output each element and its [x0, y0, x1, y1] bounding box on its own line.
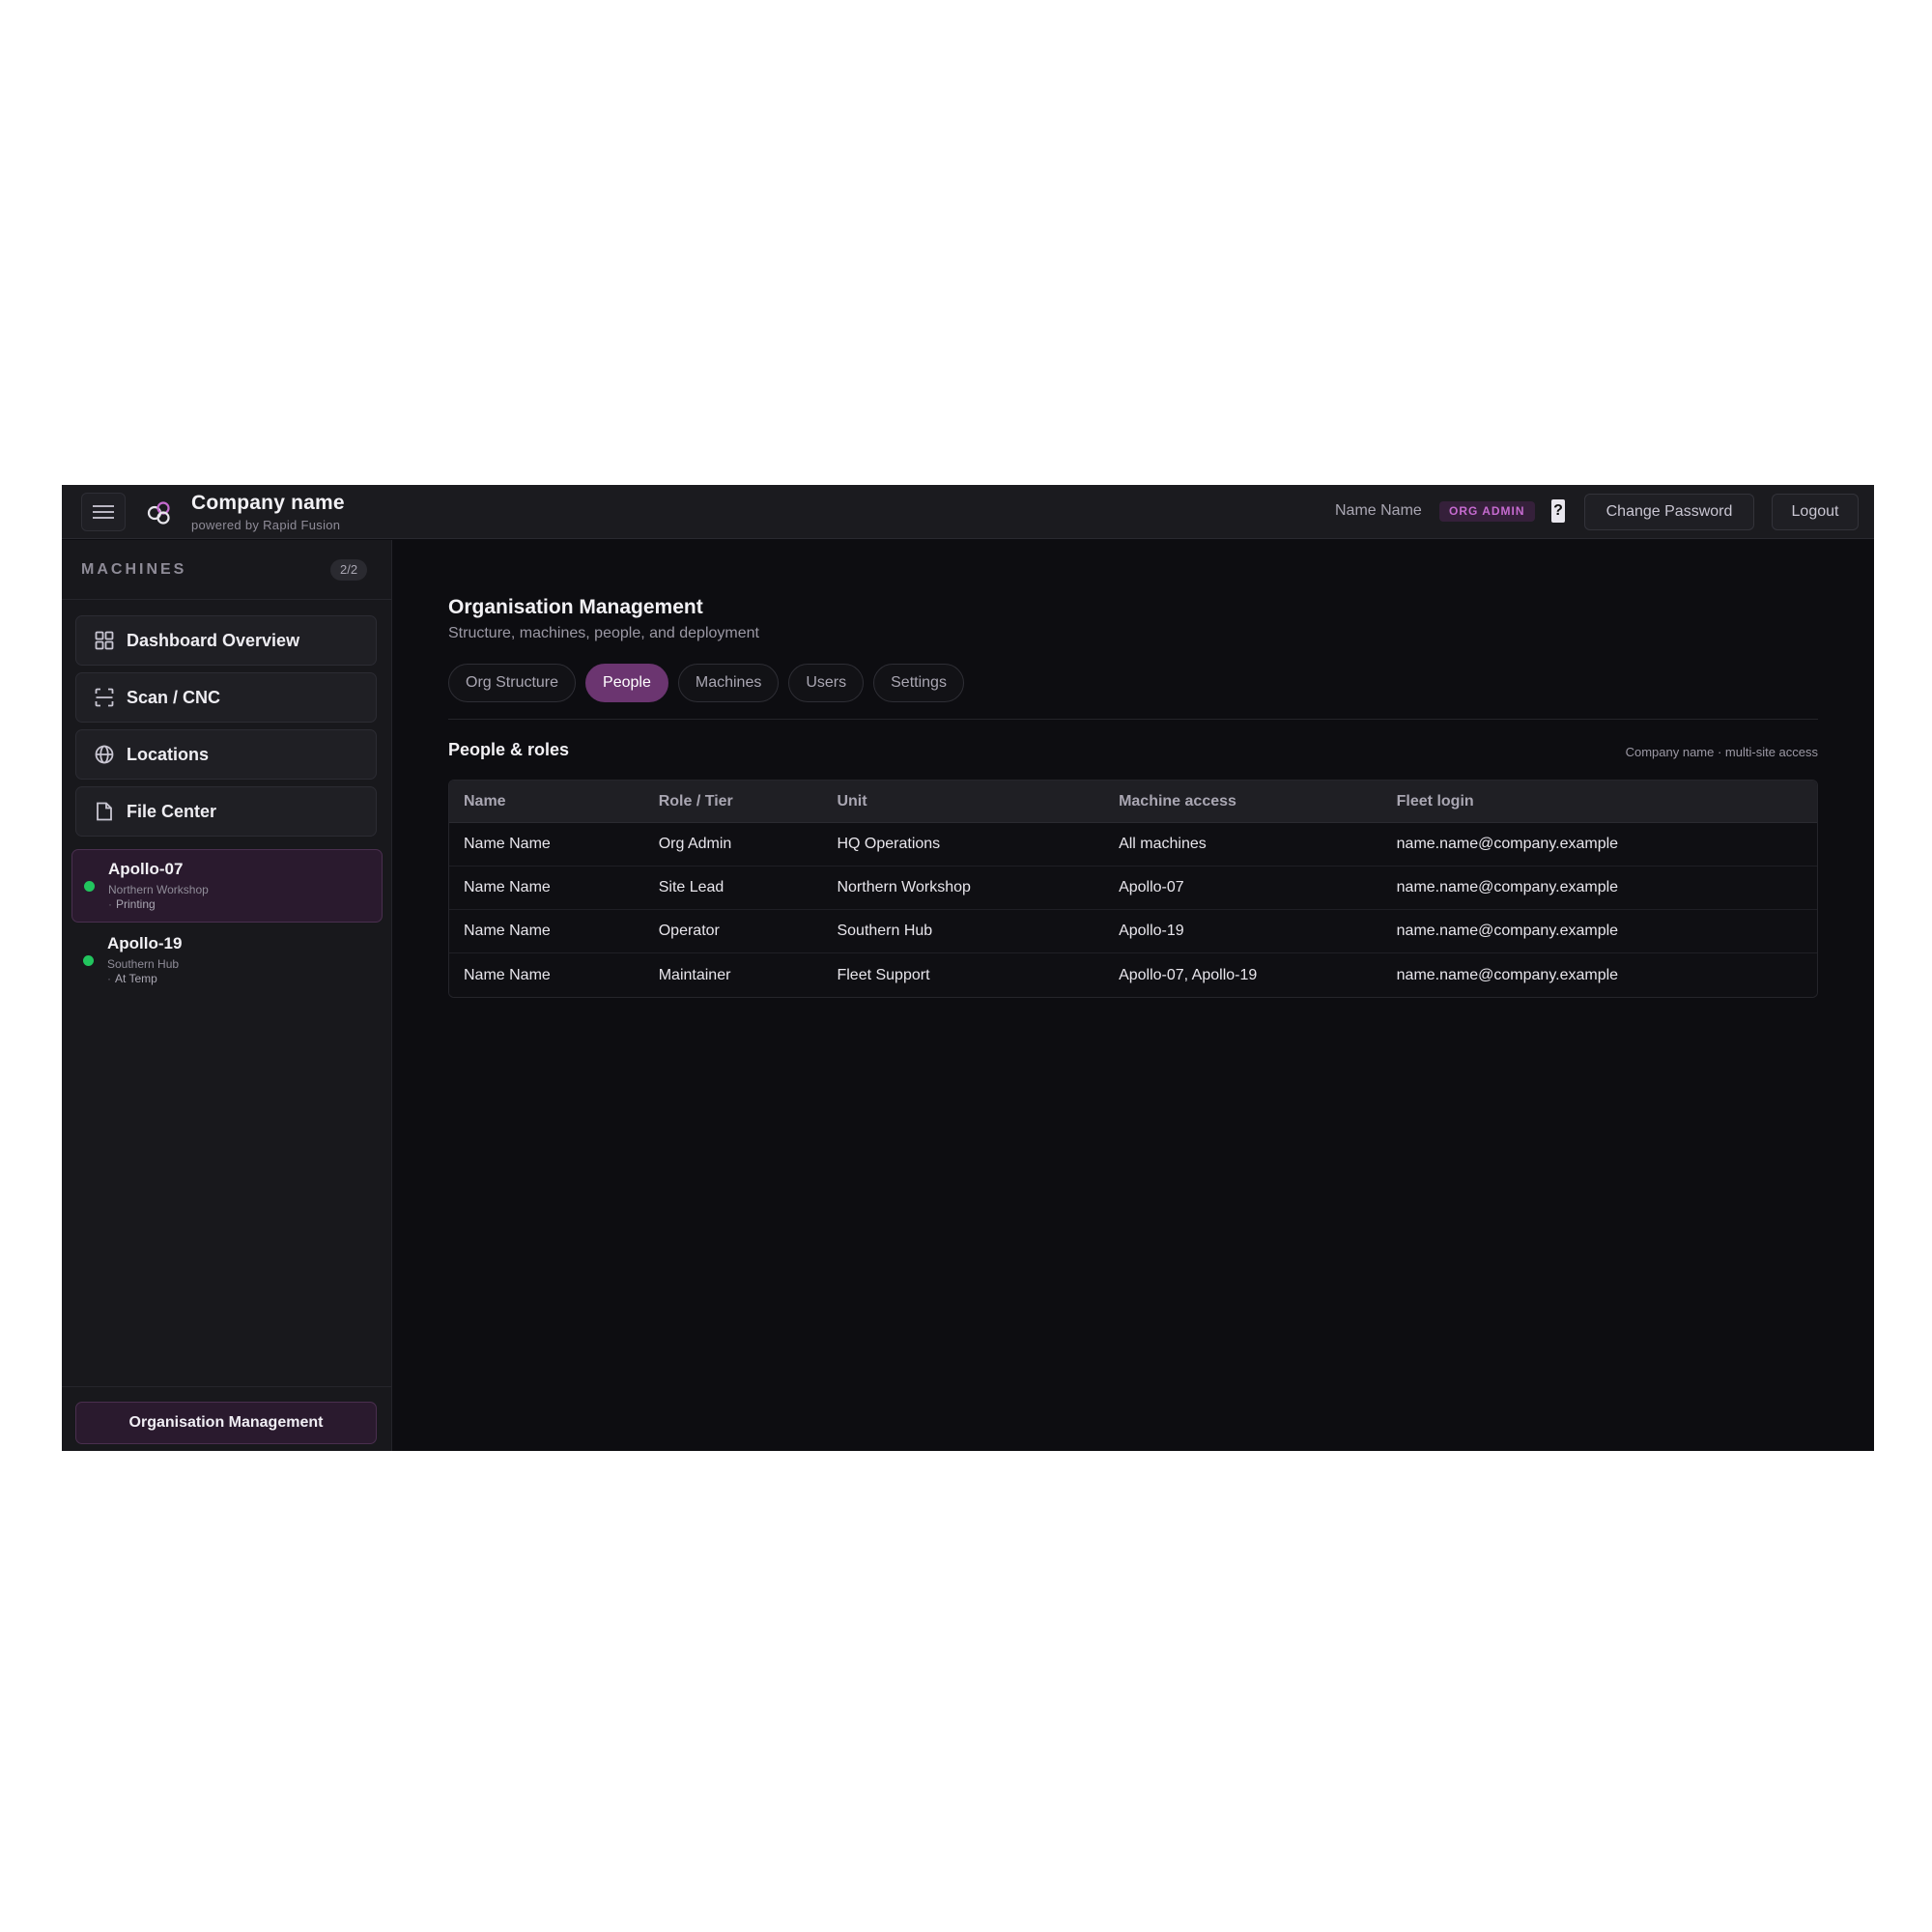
user-name: Name Name — [1335, 502, 1422, 519]
app-window: Company name powered by Rapid Fusion Nam… — [62, 485, 1874, 1451]
machine-item-apollo-07[interactable]: Apollo-07 Northern Workshop · Printing — [71, 849, 383, 923]
scan-icon — [94, 687, 115, 708]
machine-item-apollo-19[interactable]: Apollo-19 Southern Hub · At Temp — [71, 924, 383, 998]
table-row[interactable]: Name Name Site Lead Northern Workshop Ap… — [449, 867, 1817, 910]
sidebar-title: MACHINES — [81, 561, 187, 578]
cell-unit: HQ Operations — [837, 836, 941, 852]
nav-label: Locations — [127, 744, 210, 764]
machine-status-text: At Temp — [115, 972, 157, 985]
help-icon[interactable]: ? — [1551, 499, 1565, 523]
menu-button[interactable] — [81, 493, 126, 531]
column-header: Name — [464, 792, 506, 810]
machine-location: Northern Workshop — [108, 883, 209, 896]
tab-settings[interactable]: Settings — [873, 664, 964, 702]
page-subtitle: Structure, machines, people, and deploym… — [448, 625, 759, 641]
nav-label: Dashboard Overview — [127, 630, 300, 650]
table-row[interactable]: Name Name Operator Southern Hub Apollo-1… — [449, 910, 1817, 953]
table-row[interactable]: Name Name Org Admin HQ Operations All ma… — [449, 823, 1817, 867]
cell-fleet-login: name.name@company.example — [1396, 879, 1619, 895]
people-table: Name Role / Tier Unit Machine access Fle… — [448, 780, 1818, 998]
top-bar: Company name powered by Rapid Fusion Nam… — [62, 485, 1874, 539]
machine-status: · Printing — [108, 897, 156, 911]
company-logo-icon — [147, 501, 170, 525]
nav-scan-cnc[interactable]: Scan / CNC — [75, 672, 377, 723]
cell-name: Name Name — [464, 836, 551, 852]
column-header: Role / Tier — [658, 792, 733, 810]
machine-count-badge: 2/2 — [330, 559, 368, 581]
cell-fleet-login: name.name@company.example — [1396, 836, 1619, 852]
cell-fleet-login: name.name@company.example — [1396, 923, 1619, 939]
status-dot — [83, 955, 94, 966]
sidebar-footer: Organisation Management — [62, 1386, 391, 1451]
globe-icon — [94, 744, 115, 765]
cell-name: Name Name — [464, 923, 551, 939]
cell-role: Org Admin — [658, 836, 732, 852]
nav-dashboard-overview[interactable]: Dashboard Overview — [75, 615, 377, 666]
cell-unit: Northern Workshop — [837, 879, 971, 895]
machine-location: Southern Hub — [107, 957, 180, 971]
tab-users[interactable]: Users — [788, 664, 865, 702]
organisation-management-button[interactable]: Organisation Management — [75, 1402, 377, 1444]
nav-locations[interactable]: Locations — [75, 729, 377, 780]
logout-button[interactable]: Logout — [1772, 494, 1859, 530]
machine-status: · At Temp — [107, 972, 157, 985]
file-icon — [94, 801, 115, 822]
divider — [448, 719, 1818, 720]
nav-file-center[interactable]: File Center — [75, 786, 377, 837]
role-badge: ORG ADMIN — [1439, 501, 1535, 522]
change-password-button[interactable]: Change Password — [1584, 494, 1754, 530]
column-header: Machine access — [1119, 792, 1236, 810]
sidebar: MACHINES 2/2 Dashboard Overview Scan / C… — [62, 540, 392, 1451]
cell-machine-access: All machines — [1119, 836, 1207, 852]
tab-machines[interactable]: Machines — [677, 664, 780, 702]
cell-machine-access: Apollo-07, Apollo-19 — [1119, 966, 1258, 983]
nav-label: File Center — [127, 801, 217, 821]
cell-name: Name Name — [464, 879, 551, 895]
cell-machine-access: Apollo-07 — [1119, 879, 1184, 895]
machine-status-text: Printing — [116, 897, 156, 911]
grid-icon — [94, 630, 115, 651]
machine-name: Apollo-07 — [108, 860, 184, 878]
sidebar-header: MACHINES 2/2 — [62, 540, 391, 600]
nav-label: Scan / CNC — [127, 687, 221, 707]
section-meta: Company name · multi-site access — [1625, 745, 1818, 759]
cell-role: Operator — [658, 923, 720, 939]
column-header: Fleet login — [1396, 792, 1474, 810]
tab-org-structure[interactable]: Org Structure — [448, 664, 577, 702]
tab-people[interactable]: People — [585, 664, 668, 702]
cell-role: Maintainer — [658, 966, 731, 983]
column-header: Unit — [837, 792, 867, 810]
table-header: Name Role / Tier Unit Machine access Fle… — [449, 781, 1817, 823]
hamburger-icon — [93, 505, 114, 519]
page-title: Organisation Management — [448, 596, 703, 618]
table-row[interactable]: Name Name Maintainer Fleet Support Apoll… — [449, 953, 1817, 997]
cell-machine-access: Apollo-19 — [1119, 923, 1184, 939]
cell-name: Name Name — [464, 966, 551, 983]
cell-fleet-login: name.name@company.example — [1396, 966, 1619, 983]
cell-role: Site Lead — [658, 879, 724, 895]
main-content: Organisation Management Structure, machi… — [392, 540, 1874, 1451]
tab-bar: Org Structure People Machines Users Sett… — [448, 664, 964, 702]
brand-subtitle: powered by Rapid Fusion — [191, 518, 341, 532]
status-dot — [84, 881, 95, 892]
section-title: People & roles — [448, 740, 570, 759]
cell-unit: Southern Hub — [837, 923, 933, 939]
cell-unit: Fleet Support — [837, 966, 930, 983]
machine-name: Apollo-19 — [107, 934, 183, 952]
brand-name: Company name — [191, 492, 345, 514]
